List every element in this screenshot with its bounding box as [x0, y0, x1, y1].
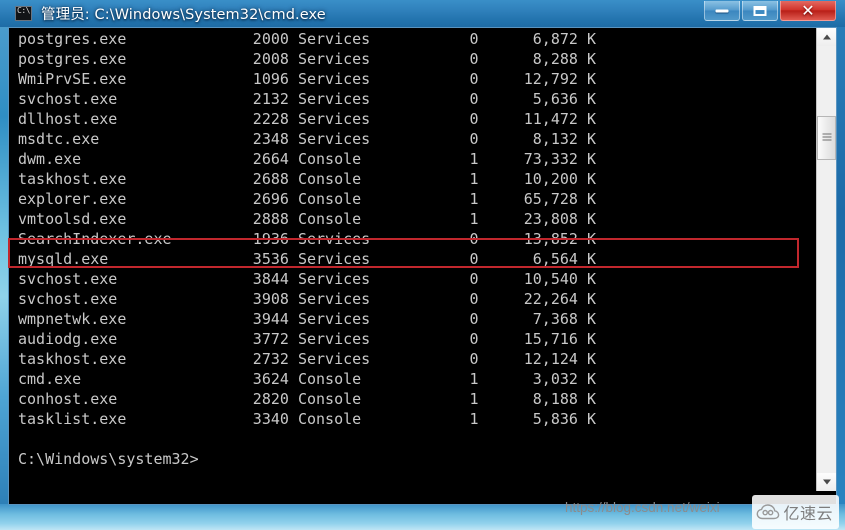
process-row: vmtoolsd.exe 2888 Console 1 23,808 K: [18, 210, 596, 228]
chevron-up-icon: [822, 34, 831, 40]
console-output: postgres.exe 2000 Services 0 6,872 K post…: [18, 29, 808, 469]
process-row: taskhost.exe 2688 Console 1 10,200 K: [18, 170, 596, 188]
minimize-button[interactable]: [704, 1, 740, 21]
title-bar[interactable]: 管理员: C:\Windows\System32\cmd.exe ✕: [0, 0, 845, 27]
chevron-down-icon: [822, 479, 831, 485]
process-row: audiodg.exe 3772 Services 0 15,716 K: [18, 330, 596, 348]
window-title: 管理员: C:\Windows\System32\cmd.exe: [41, 7, 326, 23]
process-row: SearchIndexer.exe 1936 Services 0 13,852…: [18, 230, 596, 248]
cloud-icon: [756, 503, 780, 521]
minimize-icon: [715, 9, 729, 12]
process-row: mysqld.exe 3536 Services 0 6,564 K: [18, 250, 596, 268]
site-logo-text: 亿速云: [783, 504, 833, 523]
process-row: svchost.exe 3844 Services 0 10,540 K: [18, 270, 596, 288]
screenshot-root: 管理员: C:\Windows\System32\cmd.exe ✕ postg…: [0, 0, 845, 530]
process-row: taskhost.exe 2732 Services 0 12,124 K: [18, 350, 596, 368]
cmd-icon: [15, 6, 32, 21]
process-row: svchost.exe 3908 Services 0 22,264 K: [18, 290, 596, 308]
process-row: postgres.exe 2000 Services 0 6,872 K: [18, 30, 596, 48]
close-button[interactable]: ✕: [780, 1, 836, 21]
window-controls: ✕: [704, 1, 836, 21]
process-row: dwm.exe 2664 Console 1 73,332 K: [18, 150, 596, 168]
scrollbar-thumb[interactable]: [817, 116, 836, 160]
process-row: svchost.exe 2132 Services 0 5,636 K: [18, 90, 596, 108]
command-prompt[interactable]: C:\Windows\system32>: [18, 449, 808, 469]
process-row: conhost.exe 2820 Console 1 8,188 K: [18, 390, 596, 408]
scrollbar-grip-icon: [822, 133, 831, 143]
process-row: tasklist.exe 3340 Console 1 5,836 K: [18, 410, 596, 428]
maximize-button[interactable]: [742, 1, 778, 21]
process-row: wmpnetwk.exe 3944 Services 0 7,368 K: [18, 310, 596, 328]
process-row: dllhost.exe 2228 Services 0 11,472 K: [18, 110, 596, 128]
vertical-scrollbar[interactable]: [816, 28, 836, 491]
close-icon: ✕: [801, 0, 815, 20]
maximize-icon: [753, 5, 767, 16]
console-client-area[interactable]: postgres.exe 2000 Services 0 6,872 K post…: [8, 27, 837, 505]
scroll-up-button[interactable]: [817, 28, 836, 46]
process-row: msdtc.exe 2348 Services 0 8,132 K: [18, 130, 596, 148]
process-row: explorer.exe 2696 Console 1 65,728 K: [18, 190, 596, 208]
process-row: WmiPrvSE.exe 1096 Services 0 12,792 K: [18, 70, 596, 88]
site-logo-watermark: 亿速云: [752, 495, 839, 529]
scroll-down-button[interactable]: [817, 473, 836, 491]
process-row: cmd.exe 3624 Console 1 3,032 K: [18, 370, 596, 388]
process-row: postgres.exe 2008 Services 0 8,288 K: [18, 50, 596, 68]
blog-url-watermark: https://blog.csdn.net/weixi: [565, 500, 720, 515]
